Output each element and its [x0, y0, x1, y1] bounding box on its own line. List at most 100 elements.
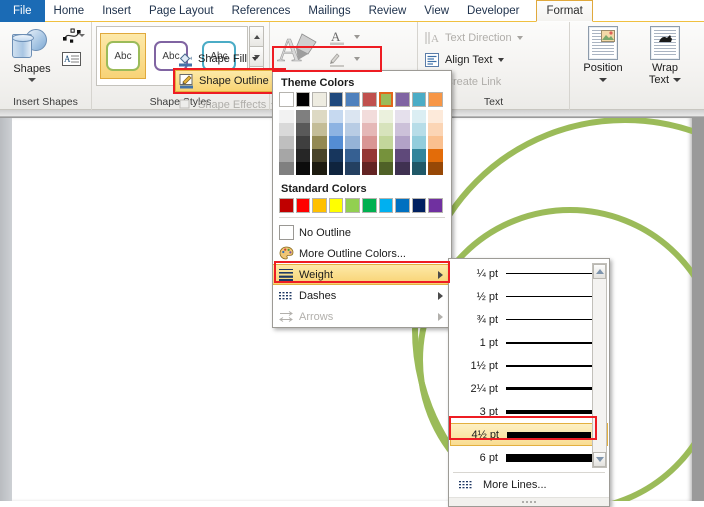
- theme-color-variant-swatch[interactable]: [411, 123, 427, 136]
- align-text-button[interactable]: Align Text: [424, 49, 504, 70]
- tab-developer[interactable]: Developer: [458, 0, 528, 22]
- tab-page-layout[interactable]: Page Layout: [140, 0, 223, 22]
- standard-color-swatch[interactable]: [312, 198, 327, 213]
- submenu-resize-grip[interactable]: [449, 497, 609, 506]
- theme-color-swatch[interactable]: [312, 92, 327, 107]
- standard-color-swatch[interactable]: [411, 198, 427, 213]
- shapes-button[interactable]: Shapes: [4, 26, 60, 90]
- weight-submenu-scrollbar[interactable]: [592, 263, 607, 468]
- draw-text-box-button[interactable]: A: [60, 49, 86, 71]
- shape-style-swatch[interactable]: Abc: [100, 33, 146, 79]
- shape-fill-button[interactable]: Shape Fill: [175, 48, 261, 69]
- tab-insert[interactable]: Insert: [93, 0, 140, 22]
- theme-color-swatch[interactable]: [361, 92, 377, 107]
- theme-color-swatch[interactable]: [395, 92, 410, 107]
- theme-color-variant-swatch[interactable]: [378, 136, 394, 149]
- tab-format[interactable]: Format: [536, 0, 593, 22]
- theme-color-variant-swatch[interactable]: [378, 162, 394, 175]
- theme-color-variant-swatch[interactable]: [428, 110, 443, 123]
- tab-references[interactable]: References: [223, 0, 300, 22]
- tab-review[interactable]: Review: [360, 0, 416, 22]
- gallery-scroll-up-button[interactable]: [249, 26, 264, 47]
- weight-option[interactable]: 4½ pt: [450, 423, 608, 446]
- theme-color-swatch[interactable]: [295, 92, 311, 107]
- text-fill-button[interactable]: A: [328, 26, 360, 48]
- shape-outline-button[interactable]: Shape Outline: [173, 68, 286, 94]
- theme-color-variant-swatch[interactable]: [295, 162, 311, 175]
- theme-color-variant-swatch[interactable]: [395, 149, 410, 162]
- theme-color-variant-swatch[interactable]: [328, 149, 344, 162]
- theme-color-variant-swatch[interactable]: [395, 110, 410, 123]
- position-button[interactable]: Position: [574, 26, 632, 92]
- theme-color-variant-swatch[interactable]: [295, 149, 311, 162]
- theme-color-variant-swatch[interactable]: [279, 123, 294, 136]
- theme-color-variant-swatch[interactable]: [361, 162, 377, 175]
- theme-color-swatch[interactable]: [428, 92, 443, 107]
- menu-item-weight[interactable]: Weight: [273, 264, 451, 285]
- standard-color-swatch[interactable]: [295, 198, 311, 213]
- weight-option[interactable]: 1 pt: [450, 331, 608, 354]
- theme-color-swatch[interactable]: [345, 92, 360, 107]
- theme-color-variant-swatch[interactable]: [361, 110, 377, 123]
- menu-item-arrows[interactable]: Arrows: [273, 306, 451, 327]
- weight-option[interactable]: 3 pt: [450, 400, 608, 423]
- theme-color-variant-swatch[interactable]: [312, 149, 327, 162]
- tab-home[interactable]: Home: [45, 0, 94, 22]
- theme-color-variant-swatch[interactable]: [312, 123, 327, 136]
- theme-color-swatch[interactable]: [279, 92, 294, 107]
- theme-color-variant-swatch[interactable]: [279, 149, 294, 162]
- theme-color-variant-swatch[interactable]: [328, 136, 344, 149]
- theme-color-variant-swatch[interactable]: [345, 149, 360, 162]
- theme-color-variant-swatch[interactable]: [279, 136, 294, 149]
- theme-color-variant-swatch[interactable]: [312, 162, 327, 175]
- theme-color-variant-swatch[interactable]: [378, 149, 394, 162]
- theme-color-variant-swatch[interactable]: [312, 110, 327, 123]
- scroll-down-button[interactable]: [593, 452, 606, 467]
- wrap-text-button[interactable]: Wrap Text: [636, 26, 694, 92]
- theme-color-variant-swatch[interactable]: [295, 110, 311, 123]
- theme-color-variant-swatch[interactable]: [411, 162, 427, 175]
- theme-color-variant-swatch[interactable]: [345, 110, 360, 123]
- menu-item-dashes[interactable]: Dashes: [273, 285, 451, 306]
- theme-color-variant-swatch[interactable]: [312, 136, 327, 149]
- wordart-quick-styles-button[interactable]: A: [276, 28, 324, 74]
- weight-option[interactable]: 1½ pt: [450, 354, 608, 377]
- theme-color-variant-swatch[interactable]: [395, 136, 410, 149]
- text-outline-button[interactable]: [328, 48, 360, 70]
- theme-color-variant-swatch[interactable]: [411, 136, 427, 149]
- theme-color-variant-swatch[interactable]: [279, 162, 294, 175]
- standard-color-swatch[interactable]: [279, 198, 294, 213]
- theme-color-swatch[interactable]: [411, 92, 427, 107]
- theme-color-variant-swatch[interactable]: [395, 123, 410, 136]
- theme-color-variant-swatch[interactable]: [295, 123, 311, 136]
- theme-color-variant-swatch[interactable]: [361, 149, 377, 162]
- theme-color-variant-swatch[interactable]: [295, 136, 311, 149]
- theme-color-variant-swatch[interactable]: [411, 110, 427, 123]
- menu-item-no-outline[interactable]: No Outline: [273, 222, 451, 243]
- theme-color-variant-swatch[interactable]: [428, 136, 443, 149]
- theme-color-swatch[interactable]: [328, 92, 344, 107]
- scroll-up-button[interactable]: [593, 264, 606, 279]
- theme-color-variant-swatch[interactable]: [328, 110, 344, 123]
- menu-item-more-outline-colors[interactable]: More Outline Colors...: [273, 243, 451, 264]
- standard-color-swatch[interactable]: [378, 198, 394, 213]
- weight-option[interactable]: 6 pt: [450, 446, 608, 469]
- theme-color-variant-swatch[interactable]: [428, 162, 443, 175]
- theme-color-variant-swatch[interactable]: [345, 123, 360, 136]
- standard-color-swatch[interactable]: [428, 198, 443, 213]
- theme-color-variant-swatch[interactable]: [361, 123, 377, 136]
- standard-color-swatch[interactable]: [361, 198, 377, 213]
- theme-color-variant-swatch[interactable]: [328, 123, 344, 136]
- theme-color-swatch[interactable]: [378, 92, 394, 107]
- weight-option[interactable]: ½ pt: [450, 285, 608, 308]
- theme-color-variant-swatch[interactable]: [411, 149, 427, 162]
- theme-color-variant-swatch[interactable]: [328, 162, 344, 175]
- theme-color-variant-swatch[interactable]: [279, 110, 294, 123]
- more-lines-menu-item[interactable]: More Lines...: [449, 473, 609, 497]
- standard-color-swatch[interactable]: [395, 198, 410, 213]
- standard-color-swatch[interactable]: [345, 198, 360, 213]
- tab-view[interactable]: View: [415, 0, 458, 22]
- theme-color-variant-swatch[interactable]: [378, 110, 394, 123]
- theme-color-variant-swatch[interactable]: [361, 136, 377, 149]
- theme-color-variant-swatch[interactable]: [345, 136, 360, 149]
